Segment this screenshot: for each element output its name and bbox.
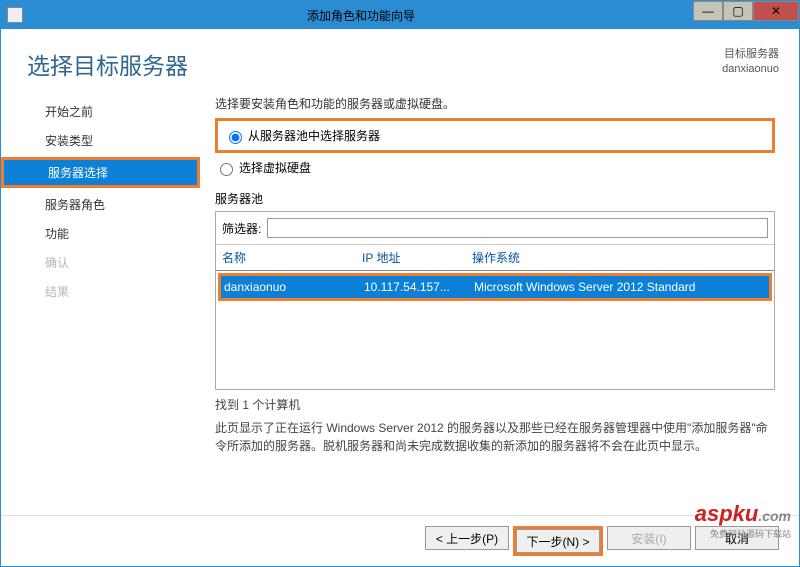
destination-info: 目标服务器 danxiaonuo: [722, 47, 779, 81]
prompt-text: 选择要安装角色和功能的服务器或虚拟硬盘。: [215, 95, 775, 112]
radio-vhd-label: 选择虚拟硬盘: [239, 159, 311, 176]
next-button[interactable]: 下一步(N) >: [516, 529, 600, 553]
found-count: 找到 1 个计算机: [215, 396, 775, 413]
cancel-button[interactable]: 取消: [695, 526, 779, 550]
cell-name: danxiaonuo: [224, 280, 364, 294]
grid-header: 名称 IP 地址 操作系统: [216, 245, 774, 271]
radio-pool-highlight: 从服务器池中选择服务器: [215, 118, 775, 153]
description-text: 此页显示了正在运行 Windows Server 2012 的服务器以及那些已经…: [215, 419, 775, 455]
sidebar-item-installation-type[interactable]: 安装类型: [1, 128, 197, 153]
app-icon: [7, 7, 23, 23]
cell-ip: 10.117.54.157...: [364, 280, 474, 294]
destination-label: 目标服务器: [722, 47, 779, 62]
wizard-sidebar: 开始之前 安装类型 服务器选择 服务器角色 功能 确认 结果: [1, 95, 197, 515]
install-button: 安装(I): [607, 526, 691, 550]
sidebar-item-results: 结果: [1, 279, 197, 304]
radio-server-pool-label: 从服务器池中选择服务器: [248, 127, 380, 144]
column-ip[interactable]: IP 地址: [362, 249, 472, 266]
server-row[interactable]: danxiaonuo 10.117.54.157... Microsoft Wi…: [221, 276, 769, 298]
content-area: 选择要安装角色和功能的服务器或虚拟硬盘。 从服务器池中选择服务器 选择虚拟硬盘 …: [197, 95, 799, 515]
minimize-button[interactable]: —: [693, 1, 723, 21]
radio-vhd-input[interactable]: [220, 163, 233, 176]
wizard-footer: < 上一步(P) 下一步(N) > 安装(I) 取消: [1, 515, 799, 566]
sidebar-item-server-roles[interactable]: 服务器角色: [1, 192, 197, 217]
window-title: 添加角色和功能向导: [29, 7, 693, 24]
selected-row-highlight: danxiaonuo 10.117.54.157... Microsoft Wi…: [218, 273, 772, 301]
maximize-button[interactable]: ▢: [723, 1, 753, 21]
sidebar-item-confirmation: 确认: [1, 250, 197, 275]
radio-server-pool[interactable]: 从服务器池中选择服务器: [224, 127, 766, 144]
page-title: 选择目标服务器: [27, 47, 722, 81]
column-os[interactable]: 操作系统: [472, 249, 768, 266]
wizard-window: 添加角色和功能向导 — ▢ ✕ 选择目标服务器 目标服务器 danxiaonuo…: [0, 0, 800, 567]
sidebar-item-server-selection[interactable]: 服务器选择: [1, 157, 200, 188]
titlebar[interactable]: 添加角色和功能向导 — ▢ ✕: [1, 1, 799, 29]
next-button-highlight: 下一步(N) >: [513, 526, 603, 556]
server-pool-label: 服务器池: [215, 190, 775, 207]
column-name[interactable]: 名称: [222, 249, 362, 266]
destination-value: danxiaonuo: [722, 62, 779, 77]
sidebar-item-features[interactable]: 功能: [1, 221, 197, 246]
radio-vhd[interactable]: 选择虚拟硬盘: [215, 159, 775, 176]
grid-empty-space: [216, 303, 774, 389]
sidebar-item-before-you-begin[interactable]: 开始之前: [1, 99, 197, 124]
radio-server-pool-input[interactable]: [229, 131, 242, 144]
server-pool-box: 筛选器: 名称 IP 地址 操作系统 danxiaonuo 10.117.54.…: [215, 211, 775, 390]
filter-label: 筛选器:: [222, 220, 261, 237]
wizard-body: 选择目标服务器 目标服务器 danxiaonuo 开始之前 安装类型 服务器选择…: [1, 29, 799, 566]
close-button[interactable]: ✕: [753, 1, 799, 21]
filter-input[interactable]: [267, 218, 768, 238]
cell-os: Microsoft Windows Server 2012 Standard: [474, 280, 766, 294]
prev-button[interactable]: < 上一步(P): [425, 526, 509, 550]
